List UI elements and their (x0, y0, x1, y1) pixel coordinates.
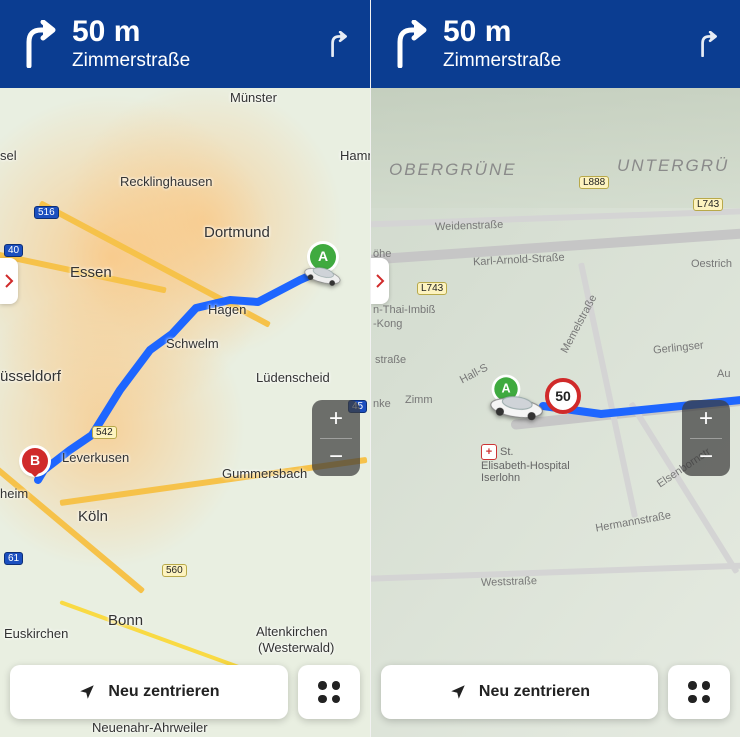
four-dots-icon (318, 681, 340, 703)
chevron-right-icon (4, 274, 14, 288)
next-turn-right-icon (690, 31, 726, 57)
turn-right-icon (14, 16, 64, 72)
hospital-icon: + (481, 444, 497, 460)
zoom-control: + − (682, 400, 730, 476)
side-drawer-handle[interactable] (371, 258, 389, 304)
road-shield: 560 (162, 564, 187, 577)
recenter-label: Neu zentrieren (479, 683, 590, 701)
zoom-in-button[interactable]: + (312, 400, 360, 438)
recenter-label: Neu zentrieren (108, 683, 219, 701)
road-shield: 40 (4, 244, 23, 257)
zoom-out-button[interactable]: − (682, 439, 730, 477)
four-dots-icon (688, 681, 710, 703)
menu-button[interactable] (668, 665, 730, 719)
route-line (0, 0, 370, 737)
nav-distance: 50 m (443, 17, 690, 47)
region-label: UNTERGRÜ (617, 156, 729, 176)
nav-distance: 50 m (72, 17, 320, 47)
right-map-pane[interactable]: OBERGRÜNE UNTERGRÜ L888 L743 L743 Weiden… (370, 0, 740, 737)
recenter-button[interactable]: Neu zentrieren (381, 665, 658, 719)
road-shield: L743 (417, 282, 447, 295)
road-shield: 542 (92, 426, 117, 439)
navigation-banner: 50 m Zimmerstraße (0, 0, 370, 88)
zoom-in-button[interactable]: + (682, 400, 730, 438)
road-shield: 516 (34, 206, 59, 219)
next-turn-right-icon (320, 31, 356, 57)
recenter-button[interactable]: Neu zentrieren (10, 665, 288, 719)
side-drawer-handle[interactable] (0, 258, 18, 304)
chevron-right-icon (375, 274, 385, 288)
location-arrow-icon (78, 683, 96, 701)
menu-button[interactable] (298, 665, 360, 719)
road-shield: L888 (579, 176, 609, 189)
speed-limit-sign: 50 (545, 378, 581, 414)
zoom-out-button[interactable]: − (312, 439, 360, 477)
road-shield: 61 (4, 552, 23, 565)
left-map-pane[interactable]: A B Münster Recklinghausen Dortmund Esse… (0, 0, 370, 737)
route-line (371, 0, 740, 737)
zoom-control: + − (312, 400, 360, 476)
turn-right-icon (385, 16, 435, 72)
nav-street: Zimmerstraße (72, 50, 320, 72)
road-shield: L743 (693, 198, 723, 211)
location-arrow-icon (449, 683, 467, 701)
nav-street: Zimmerstraße (443, 50, 690, 72)
region-label: OBERGRÜNE (389, 160, 517, 180)
destination-marker-b: B (22, 448, 48, 474)
navigation-banner: 50 m Zimmerstraße (371, 0, 740, 88)
hospital-poi[interactable]: +St. Elisabeth-Hospital Iserlohn (481, 444, 570, 484)
